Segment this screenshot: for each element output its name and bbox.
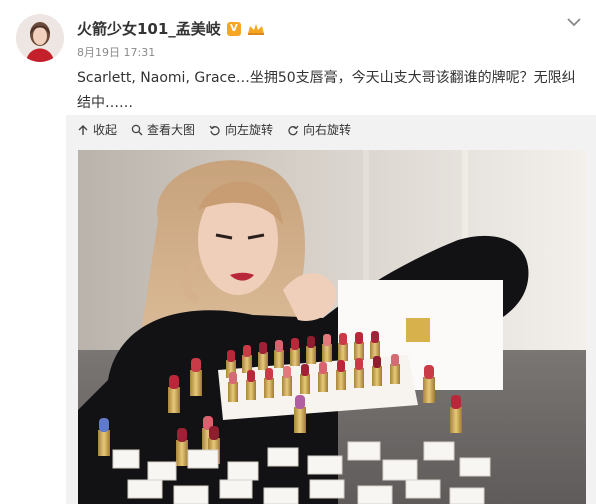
rotate-left-label: 向左旋转 bbox=[225, 123, 274, 137]
rotate-left-icon bbox=[209, 125, 220, 135]
verified-badge-icon: V bbox=[226, 21, 241, 36]
post-header: 火箭少女101_孟美岐 V 8月19日 17:31 Scarlett, Naom… bbox=[0, 0, 596, 115]
magnify-icon bbox=[131, 124, 143, 135]
post-date[interactable]: 8月19日 17:31 bbox=[77, 44, 155, 60]
avatar-image bbox=[16, 14, 64, 62]
collapse-button[interactable]: 收起 bbox=[77, 121, 117, 138]
rotate-right-label: 向右旋转 bbox=[303, 123, 352, 137]
name-row: 火箭少女101_孟美岐 V bbox=[77, 18, 265, 39]
rotate-right-button[interactable]: 向右旋转 bbox=[287, 121, 351, 138]
collapse-icon bbox=[78, 124, 88, 135]
crown-icon bbox=[247, 23, 264, 35]
media-actions: 收起 查看大图 向左旋转 向右旋转 bbox=[77, 121, 351, 138]
photo-illustration bbox=[78, 150, 586, 504]
username[interactable]: 火箭少女101_孟美岐 bbox=[77, 18, 221, 39]
view-large-label: 查看大图 bbox=[147, 123, 196, 137]
rotate-left-button[interactable]: 向左旋转 bbox=[209, 121, 273, 138]
post-photo[interactable] bbox=[78, 150, 586, 504]
chevron-down-icon[interactable] bbox=[566, 16, 582, 28]
collapse-label: 收起 bbox=[93, 123, 118, 137]
avatar[interactable] bbox=[16, 14, 64, 62]
view-large-button[interactable]: 查看大图 bbox=[131, 121, 195, 138]
rotate-right-icon bbox=[288, 125, 299, 135]
post-text: Scarlett, Naomi, Grace…坐拥50支唇膏，今天山支大哥该翻谁… bbox=[77, 70, 576, 111]
